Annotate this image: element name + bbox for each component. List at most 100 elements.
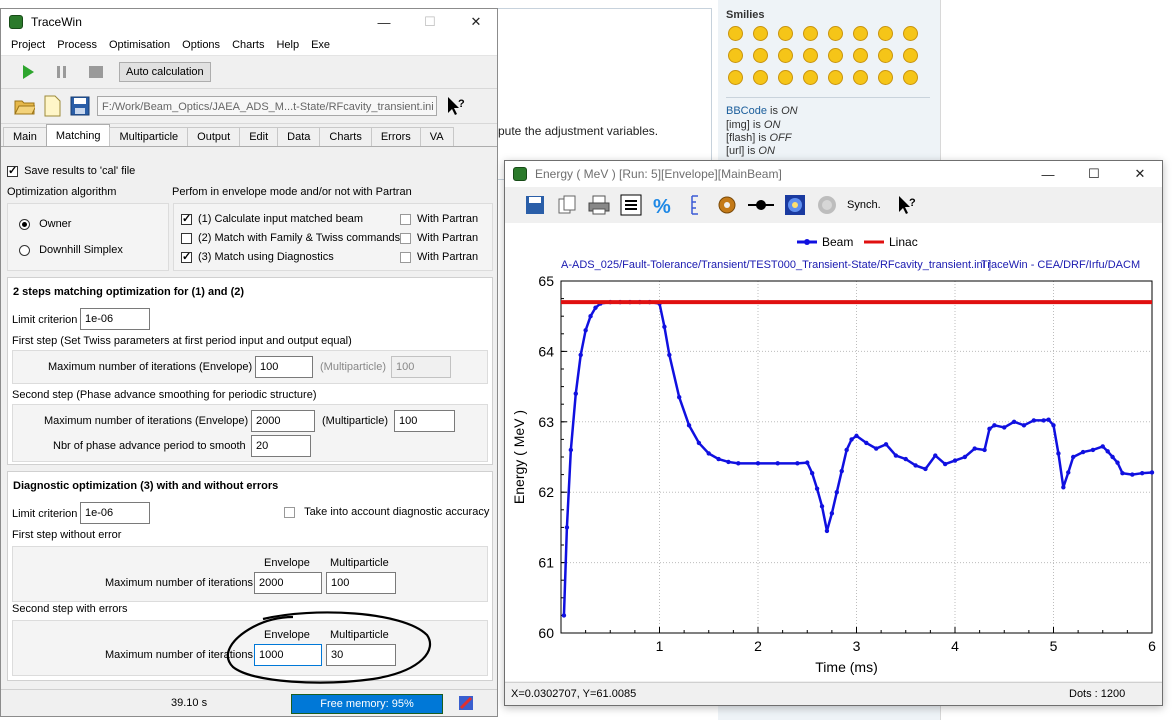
partran-check-icon[interactable]: [400, 232, 411, 244]
tab-multiparticle[interactable]: Multiparticle: [109, 127, 189, 146]
with-partran-checkbox-3[interactable]: With Partran: [400, 251, 478, 263]
auto-calculation-button[interactable]: Auto calculation: [119, 62, 211, 82]
smiley-icon[interactable]: [903, 26, 918, 41]
smiley-icon[interactable]: [878, 48, 893, 63]
save-results-checkbox[interactable]: Save results to 'cal' file: [7, 164, 135, 177]
beam-spot-icon[interactable]: [783, 193, 807, 217]
help-pointer-icon[interactable]: ?: [445, 95, 467, 117]
energy-save-icon[interactable]: [523, 193, 547, 217]
tab-matching[interactable]: Matching: [45, 124, 111, 146]
limit-criterion-input[interactable]: 1e-06: [80, 308, 150, 330]
status-tool-icon[interactable]: [457, 694, 475, 715]
tab-output[interactable]: Output: [187, 127, 241, 146]
tab-data[interactable]: Data: [277, 127, 321, 146]
smiley-icon[interactable]: [803, 48, 818, 63]
menu-exe[interactable]: Exe: [305, 39, 336, 51]
smiley-icon[interactable]: [828, 26, 843, 41]
partran-check-icon[interactable]: [400, 251, 411, 263]
calc-option-check-icon[interactable]: [181, 250, 192, 263]
energy-help-pointer-icon[interactable]: ?: [895, 193, 919, 217]
smiley-icon[interactable]: [828, 48, 843, 63]
smiley-icon[interactable]: [878, 26, 893, 41]
smiley-icon[interactable]: [853, 26, 868, 41]
diag-limit-criterion-input[interactable]: 1e-06: [80, 502, 150, 524]
tab-edit[interactable]: Edit: [239, 127, 279, 146]
disabled-circle-icon[interactable]: [815, 193, 839, 217]
settings-gear-icon[interactable]: [715, 193, 739, 217]
bbcode-link[interactable]: BBCode: [726, 105, 767, 117]
smiley-icon[interactable]: [803, 70, 818, 85]
diag-accuracy-check-icon[interactable]: [284, 506, 295, 518]
percent-icon[interactable]: %: [651, 193, 675, 217]
smiley-icon[interactable]: [853, 48, 868, 63]
smiley-icon[interactable]: [778, 26, 793, 41]
tab-main[interactable]: Main: [3, 127, 47, 146]
first-max-iter-env-input[interactable]: 100: [255, 356, 313, 378]
save-results-check-icon[interactable]: [7, 164, 18, 177]
energy-chart[interactable]: A-ADS_025/Fault-Tolerance/Transient/TEST…: [505, 223, 1162, 681]
play-icon[interactable]: [17, 61, 39, 83]
menu-optimisation[interactable]: Optimisation: [103, 39, 176, 51]
smiley-icon[interactable]: [753, 48, 768, 63]
algo-owner-radio[interactable]: Owner: [19, 218, 71, 230]
nbr-phase-input[interactable]: 20: [251, 435, 311, 457]
new-file-icon[interactable]: [41, 95, 63, 117]
energy-close-button[interactable]: ✕: [1117, 161, 1163, 187]
smiley-icon[interactable]: [803, 26, 818, 41]
calc-option-check-icon[interactable]: [181, 212, 192, 225]
smiley-icon[interactable]: [778, 48, 793, 63]
print-icon[interactable]: [587, 193, 611, 217]
diag-first-multiparticle-input[interactable]: 100: [326, 572, 396, 594]
with-partran-checkbox-1[interactable]: With Partran: [400, 213, 478, 225]
smiley-icon[interactable]: [728, 26, 743, 41]
scale-icon[interactable]: [683, 193, 707, 217]
close-button[interactable]: ✕: [453, 9, 499, 35]
smiley-icon[interactable]: [728, 70, 743, 85]
menu-options[interactable]: Options: [176, 39, 226, 51]
energy-minimize-button[interactable]: —: [1025, 161, 1071, 187]
smiley-icon[interactable]: [753, 26, 768, 41]
diag-accuracy-checkbox[interactable]: Take into account diagnostic accuracy: [284, 506, 489, 518]
smiley-icon[interactable]: [753, 70, 768, 85]
second-max-iter-env-input[interactable]: 2000: [251, 410, 315, 432]
calc-option-check-icon[interactable]: [181, 232, 192, 244]
first-multiparticle-input[interactable]: 100: [391, 356, 451, 378]
smiley-icon[interactable]: [903, 48, 918, 63]
menu-charts[interactable]: Charts: [226, 39, 270, 51]
second-multiparticle-input[interactable]: 100: [394, 410, 455, 432]
tab-errors[interactable]: Errors: [370, 127, 421, 146]
save-icon[interactable]: [69, 95, 91, 117]
menu-help[interactable]: Help: [270, 39, 305, 51]
diag-first-envelope-input[interactable]: 2000: [254, 572, 322, 594]
owner-radio-icon[interactable]: [19, 218, 30, 230]
calc-option-checkbox-3[interactable]: (3) Match using Diagnostics: [181, 250, 334, 263]
smiley-icon[interactable]: [828, 70, 843, 85]
energy-maximize-button[interactable]: ☐: [1071, 161, 1117, 187]
pause-icon[interactable]: [51, 61, 73, 83]
smiley-icon[interactable]: [878, 70, 893, 85]
smiley-icon[interactable]: [853, 70, 868, 85]
energy-plot-area[interactable]: A-ADS_025/Fault-Tolerance/Transient/TEST…: [505, 223, 1162, 681]
list-icon[interactable]: [619, 193, 643, 217]
menu-project[interactable]: Project: [5, 39, 51, 51]
project-path-field[interactable]: F:/Work/Beam_Optics/JAEA_ADS_M...t-State…: [97, 96, 437, 116]
with-partran-checkbox-2[interactable]: With Partran: [400, 232, 478, 244]
tab-va[interactable]: VA: [419, 127, 454, 146]
minimize-button[interactable]: —: [361, 9, 407, 35]
stop-icon[interactable]: [85, 61, 107, 83]
copy-icon[interactable]: [555, 193, 579, 217]
simplex-radio-icon[interactable]: [19, 244, 30, 256]
menu-process[interactable]: Process: [51, 39, 103, 51]
algo-simplex-radio[interactable]: Downhill Simplex: [19, 244, 123, 256]
smiley-icon[interactable]: [728, 48, 743, 63]
partran-check-icon[interactable]: [400, 213, 411, 225]
open-folder-icon[interactable]: [13, 95, 35, 117]
smiley-icon[interactable]: [903, 70, 918, 85]
calc-option-checkbox-2[interactable]: (2) Match with Family & Twiss commands: [181, 232, 400, 244]
marker-line-icon[interactable]: [747, 193, 775, 217]
maximize-button[interactable]: ☐: [407, 9, 453, 35]
calc-option-checkbox-1[interactable]: (1) Calculate input matched beam: [181, 212, 363, 225]
synch-label[interactable]: Synch.: [847, 193, 881, 217]
smiley-icon[interactable]: [778, 70, 793, 85]
tab-charts[interactable]: Charts: [319, 127, 372, 146]
